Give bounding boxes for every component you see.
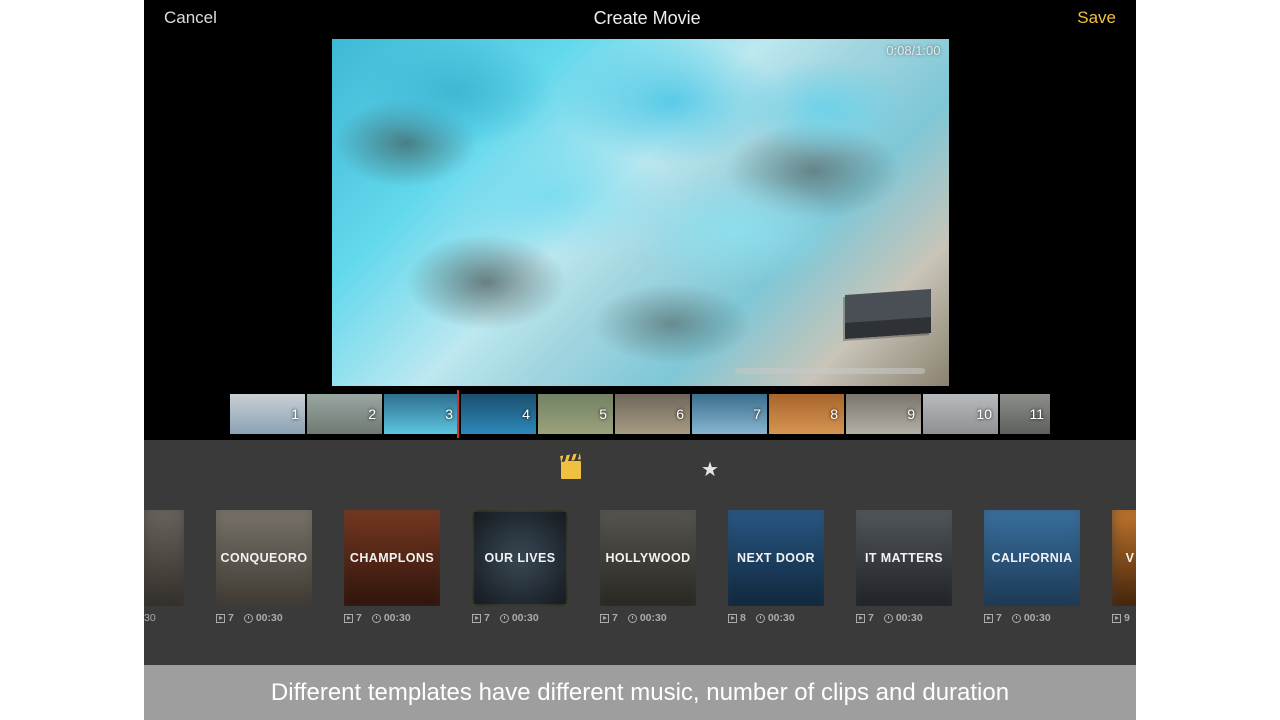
template-thumb[interactable]: CHAMPLONS (344, 510, 440, 606)
template-card[interactable]: OUR LIVES 7 00:30 (472, 510, 568, 624)
save-button[interactable]: Save (1077, 8, 1116, 28)
template-meta: 7 00:30 (984, 612, 1080, 624)
template-thumb[interactable]: NEXT DOOR (728, 510, 824, 606)
template-thumb[interactable] (144, 510, 184, 606)
clips-icon (728, 614, 737, 623)
clip-thumb[interactable]: 6 (615, 394, 690, 434)
clock-icon (756, 614, 765, 623)
star-icon[interactable]: ★ (701, 460, 719, 480)
playhead[interactable] (457, 390, 459, 438)
clip-thumb[interactable]: 8 (769, 394, 844, 434)
clips-icon (984, 614, 993, 623)
clip-thumb[interactable]: 1 (230, 394, 305, 434)
timeline[interactable]: 1 2 3 4 5 6 7 8 9 10 11 (144, 394, 1136, 434)
template-thumb[interactable]: CONQUEORO (216, 510, 312, 606)
video-preview[interactable]: 0:08/1:00 (332, 39, 949, 386)
template-thumb[interactable]: CALIFORNIA (984, 510, 1080, 606)
cancel-button[interactable]: Cancel (164, 8, 217, 28)
app-frame: Cancel Create Movie Save 0:08/1:00 1 2 3… (144, 0, 1136, 720)
clock-icon (372, 614, 381, 623)
clock-icon (628, 614, 637, 623)
mode-tabs: ★ (144, 440, 1136, 500)
template-card[interactable]: HOLLYWOOD 7 00:30 (600, 510, 696, 624)
clip-thumb[interactable]: 11 (1000, 394, 1050, 434)
clips-icon (1112, 614, 1121, 623)
template-meta: 7 00:30 (472, 612, 568, 624)
template-card[interactable]: V 9 (1112, 510, 1136, 624)
template-card[interactable]: CALIFORNIA 7 00:30 (984, 510, 1080, 624)
clip-thumb[interactable]: 5 (538, 394, 613, 434)
template-thumb[interactable]: OUR LIVES (472, 510, 568, 606)
clock-icon (884, 614, 893, 623)
template-meta: 30 (144, 612, 184, 624)
template-thumb[interactable]: HOLLYWOOD (600, 510, 696, 606)
template-meta: 7 00:30 (600, 612, 696, 624)
caption-text: Different templates have different music… (271, 679, 1009, 707)
clips-icon (600, 614, 609, 623)
template-meta: 9 (1112, 612, 1136, 624)
clock-icon (244, 614, 253, 623)
template-card[interactable]: IT MATTERS 7 00:30 (856, 510, 952, 624)
template-meta: 7 00:30 (344, 612, 440, 624)
clapper-icon[interactable] (561, 461, 581, 479)
clips-icon (216, 614, 225, 623)
template-card[interactable]: CONQUEORO 7 00:30 (216, 510, 312, 624)
template-thumb[interactable]: IT MATTERS (856, 510, 952, 606)
template-card[interactable]: NEXT DOOR 8 00:30 (728, 510, 824, 624)
clock-icon (500, 614, 509, 623)
template-card[interactable]: 30 (144, 510, 184, 624)
clip-thumb[interactable]: 3 (384, 394, 459, 434)
template-meta: 7 00:30 (216, 612, 312, 624)
template-meta: 7 00:30 (856, 612, 952, 624)
timeline-track: 1 2 3 4 5 6 7 8 9 10 11 (230, 394, 1050, 434)
template-thumb[interactable]: V (1112, 510, 1136, 606)
clip-thumb[interactable]: 2 (307, 394, 382, 434)
clip-thumb[interactable]: 9 (846, 394, 921, 434)
clip-thumb[interactable]: 7 (692, 394, 767, 434)
caption-bar: Different templates have different music… (144, 665, 1136, 720)
scrubber[interactable] (735, 368, 925, 374)
clips-icon (344, 614, 353, 623)
template-card[interactable]: CHAMPLONS 7 00:30 (344, 510, 440, 624)
timestamp-label: 0:08/1:00 (886, 43, 940, 58)
preview-area: 0:08/1:00 (144, 36, 1136, 388)
page-title: Create Movie (594, 8, 701, 29)
clips-icon (856, 614, 865, 623)
clock-icon (1012, 614, 1021, 623)
clip-thumb[interactable]: 4 (461, 394, 536, 434)
template-meta: 8 00:30 (728, 612, 824, 624)
nav-bar: Cancel Create Movie Save (144, 0, 1136, 36)
clip-thumb[interactable]: 10 (923, 394, 998, 434)
clips-icon (472, 614, 481, 623)
